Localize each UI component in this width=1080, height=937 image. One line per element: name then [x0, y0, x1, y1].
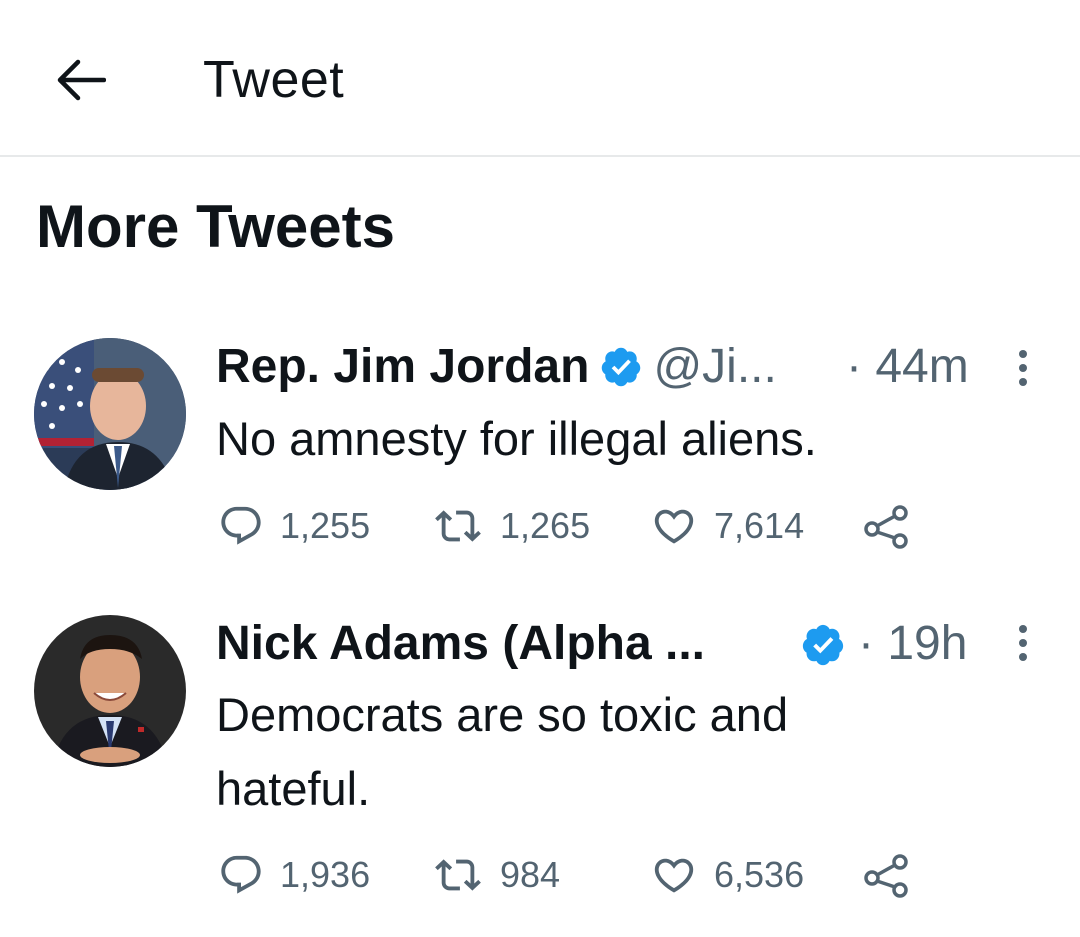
retweet-button[interactable]: 1,265: [432, 503, 590, 549]
share-button[interactable]: [862, 852, 912, 898]
more-vertical-icon: [1019, 350, 1027, 386]
tweet-header: Nick Adams (Alpha ...: [216, 614, 705, 674]
retweet-count: 1,265: [500, 505, 591, 546]
reply-icon: [221, 506, 261, 545]
more-options-button[interactable]: [1013, 343, 1033, 393]
more-vertical-icon: [1019, 625, 1027, 661]
reply-count: 1,255: [280, 505, 371, 546]
share-icon: [864, 505, 908, 549]
verified-badge-icon: [800, 622, 846, 668]
back-button[interactable]: [50, 50, 110, 110]
avatar-image: [34, 615, 186, 767]
heart-icon: [654, 858, 694, 893]
arrow-left-icon: [57, 59, 106, 101]
retweet-button[interactable]: 984: [432, 852, 560, 898]
reply-icon: [221, 855, 261, 894]
heart-icon: [654, 509, 694, 544]
share-button[interactable]: [862, 503, 912, 549]
like-count: 7,614: [714, 505, 805, 546]
avatar[interactable]: [34, 338, 186, 490]
like-button[interactable]: 6,536: [650, 852, 804, 898]
share-icon: [864, 854, 908, 898]
more-options-button[interactable]: [1013, 618, 1033, 668]
user-handle[interactable]: @Ji...: [653, 339, 776, 395]
section-title: More Tweets: [36, 193, 395, 260]
tweet-time[interactable]: · 19h: [858, 616, 967, 672]
like-button[interactable]: 7,614: [650, 503, 804, 549]
display-name[interactable]: Nick Adams (Alpha ...: [216, 616, 705, 672]
like-count: 6,536: [714, 854, 805, 895]
page-title: Tweet: [203, 51, 345, 109]
display-name[interactable]: Rep. Jim Jordan: [216, 339, 589, 395]
reply-count: 1,936: [280, 854, 371, 895]
tweet-text: Democrats are so toxic and hateful.: [216, 688, 789, 815]
verified-badge-icon: [599, 345, 643, 389]
avatar[interactable]: [34, 615, 186, 767]
top-bar: Tweet: [0, 0, 1080, 157]
avatar-image: [34, 338, 186, 490]
tweet-time[interactable]: · 44m: [846, 339, 969, 395]
tweet-text: No amnesty for illegal aliens.: [216, 412, 817, 465]
retweet-icon: [435, 859, 481, 891]
retweet-count: 984: [500, 854, 561, 895]
retweet-icon: [435, 510, 481, 542]
reply-button[interactable]: 1,255: [218, 503, 370, 549]
reply-button[interactable]: 1,936: [218, 852, 370, 898]
tweet-header: Rep. Jim Jordan @Ji...: [216, 337, 777, 397]
